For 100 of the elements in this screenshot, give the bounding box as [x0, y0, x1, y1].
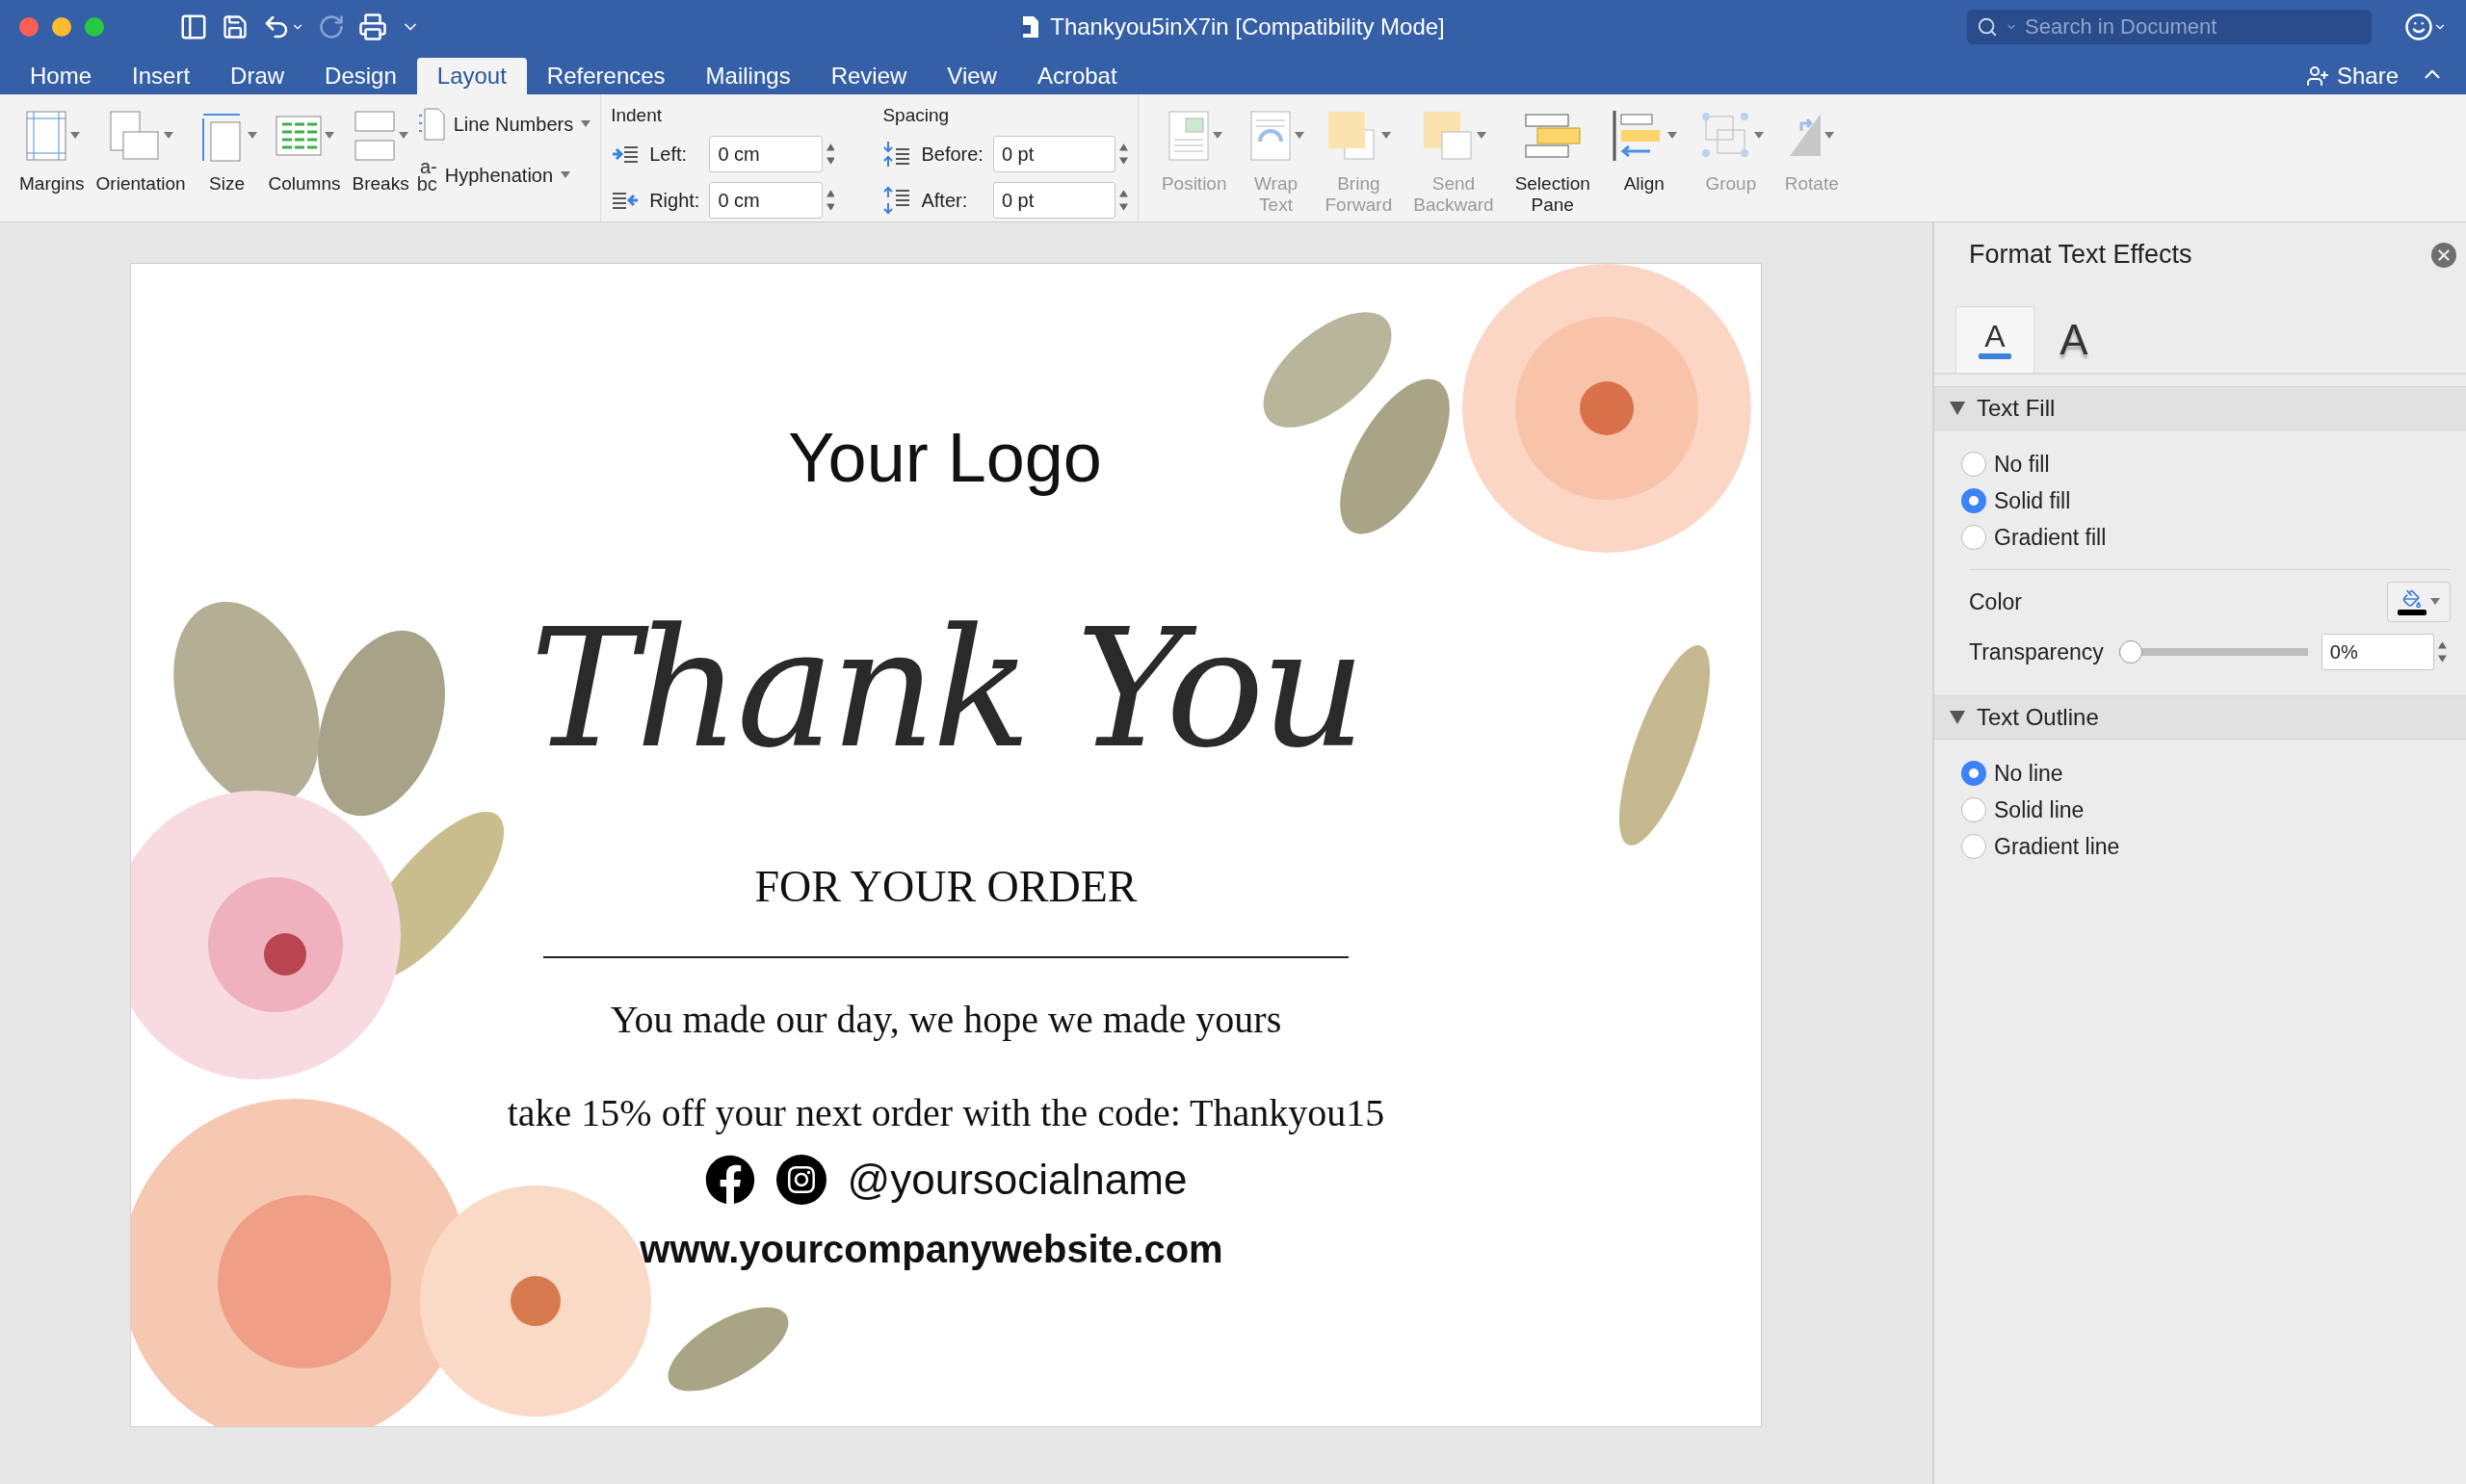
print-icon[interactable]: [358, 13, 387, 41]
group-title: Spacing: [882, 105, 951, 126]
share-button[interactable]: Share: [2295, 58, 2408, 94]
ribbon-tab[interactable]: View: [927, 58, 1017, 94]
stepper-icon[interactable]: [826, 142, 835, 167]
caret-icon: [399, 132, 409, 140]
field-label: Before:: [921, 143, 984, 166]
ribbon-button[interactable]: Orientation: [92, 102, 190, 195]
caret-icon: [561, 171, 571, 179]
caret-icon: [69, 132, 80, 140]
save-icon[interactable]: [222, 13, 249, 40]
ribbon-tab[interactable]: Layout: [416, 58, 527, 94]
page-picture-icon: [1166, 109, 1211, 163]
caret-icon: [164, 132, 174, 140]
rotate-icon: [1789, 114, 1823, 158]
smiley-icon[interactable]: [2404, 13, 2447, 41]
caret-icon: [325, 132, 334, 140]
field-label: After:: [921, 189, 969, 212]
subtitle: FOR YOUR ORDER: [754, 861, 1138, 912]
radio-option[interactable]: No line: [1961, 755, 2451, 792]
caret-icon: [1666, 132, 1677, 140]
color-label: Color: [1969, 588, 2022, 615]
indent-right-icon: [611, 191, 641, 210]
facebook-icon: [704, 1155, 755, 1205]
ribbon-tab[interactable]: Insert: [112, 58, 211, 94]
add-person-icon: [2305, 65, 2329, 88]
window-title: Thankyou5inX7in [Compatibility Mode]: [1050, 13, 1445, 40]
caret-icon: [581, 120, 591, 128]
spin-field[interactable]: 0 cm: [709, 182, 823, 219]
line-numbers-button[interactable]: Line Numbers: [416, 108, 591, 141]
stepper-icon[interactable]: [2437, 639, 2447, 664]
page-break-icon: [353, 109, 398, 163]
ribbon-tab[interactable]: References: [526, 58, 686, 94]
headline: Thank You: [529, 593, 1363, 784]
website-text: www.yourcompanywebsite.com: [640, 1228, 1223, 1271]
paint-bucket-icon: [2398, 588, 2427, 615]
collapse-triangle-icon: [1950, 402, 1965, 415]
numbered-page-icon: [416, 108, 446, 141]
maximize-window-button[interactable]: [85, 17, 104, 37]
field-label: Right:: [649, 189, 700, 212]
indent-left-icon: [611, 144, 641, 164]
ribbon-button[interactable]: Columns: [264, 102, 345, 195]
radio-option[interactable]: Solid line: [1961, 792, 2451, 828]
wrap-text-icon: [1247, 109, 1293, 163]
ribbon-tab[interactable]: Design: [304, 58, 417, 94]
radio-option[interactable]: Gradient line: [1961, 828, 2451, 865]
stepper-icon[interactable]: [826, 188, 835, 213]
transparency-label: Transparency: [1969, 638, 2104, 665]
panel-tab[interactable]: A: [2034, 306, 2113, 373]
document-icon: [1021, 15, 1041, 39]
spin-field[interactable]: 0 pt: [992, 182, 1115, 219]
radio-option[interactable]: No fill: [1961, 446, 2451, 482]
search-icon: [1977, 16, 1998, 38]
spacing-after-icon: [882, 186, 912, 215]
spin-field[interactable]: 0 cm: [709, 136, 823, 172]
ribbon-button[interactable]: Margins: [15, 102, 89, 195]
ribbon-tab[interactable]: Mailings: [685, 58, 811, 94]
columns-icon: [275, 115, 323, 157]
radio-option[interactable]: Solid fill: [1961, 482, 2451, 519]
ribbon-button[interactable]: Breaks: [348, 102, 413, 195]
instagram-icon: [775, 1155, 826, 1205]
caret-icon: [247, 132, 257, 140]
caret-icon: [1381, 132, 1392, 140]
field-label: Left:: [649, 143, 689, 166]
tagline: You made our day, we hope we made yours: [610, 997, 1282, 1042]
caret-icon: [1476, 132, 1486, 140]
ribbon-tab[interactable]: Review: [810, 58, 928, 94]
ribbon-button[interactable]: Size: [193, 102, 261, 195]
section-header[interactable]: Text Outline: [1934, 695, 2466, 740]
page-margins-icon: [23, 109, 68, 163]
collapse-triangle-icon: [1950, 711, 1965, 724]
spin-field[interactable]: 0 pt: [992, 136, 1115, 172]
radio-option[interactable]: Gradient fill: [1961, 519, 2451, 556]
stepper-icon[interactable]: [1118, 188, 1128, 213]
caret-icon: [1212, 132, 1222, 140]
panel-title: Format Text Effects: [1969, 240, 2192, 270]
spacing-before-icon: [882, 140, 912, 169]
caret-icon: [2430, 598, 2440, 606]
ribbon-button[interactable]: Selection Pane: [1510, 102, 1594, 216]
offer-text: take 15% off your next order with the code: Thankyou15: [507, 1090, 1385, 1135]
color-picker-button[interactable]: [2387, 582, 2451, 622]
ribbon-tab[interactable]: Acrobat: [1016, 58, 1138, 94]
panel-tab[interactable]: A: [1955, 306, 2034, 373]
sidebar-icon[interactable]: [179, 13, 208, 41]
ribbon-tab[interactable]: Home: [10, 58, 113, 94]
close-icon[interactable]: [2431, 242, 2456, 268]
stepper-icon[interactable]: [1118, 142, 1128, 167]
ribbon-button[interactable]: Align: [1607, 102, 1681, 195]
logo-text: Your Logo: [788, 418, 1102, 497]
caret-icon: [1753, 132, 1764, 140]
social-handle: @yoursocialname: [847, 1156, 1188, 1204]
group-title: Indent: [611, 105, 663, 126]
spin-field[interactable]: 0%: [2321, 634, 2434, 670]
redo-icon[interactable]: [318, 13, 345, 40]
minimize-window-button[interactable]: [52, 17, 71, 37]
section-header[interactable]: Text Fill: [1934, 386, 2466, 430]
caret-icon: [1823, 132, 1834, 140]
ribbon-tab[interactable]: Draw: [210, 58, 305, 94]
caret-icon: [1294, 132, 1304, 140]
slider-thumb[interactable]: [2118, 640, 2142, 664]
